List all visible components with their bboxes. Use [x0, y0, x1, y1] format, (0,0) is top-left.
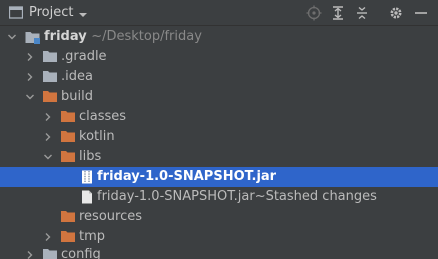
tree-item[interactable]: .gradle — [0, 47, 438, 67]
tree-item[interactable]: tmp — [0, 227, 438, 247]
tree-item-selected[interactable]: friday-1.0-SNAPSHOT.jar — [0, 167, 438, 187]
tree-item-label: friday-1.0-SNAPSHOT.jar~Stashed changes — [97, 189, 377, 204]
excluded-folder-icon — [43, 90, 57, 104]
folder-icon — [43, 70, 57, 84]
tree-item-label: .idea — [61, 69, 93, 84]
collapsed-arrow-icon[interactable] — [24, 249, 36, 259]
collapsed-arrow-icon[interactable] — [24, 71, 36, 83]
excluded-folder-icon — [61, 230, 75, 244]
tree-item[interactable]: config — [0, 245, 438, 259]
tree-root-friday[interactable]: friday ~/Desktop/friday — [0, 27, 438, 47]
jar-file-icon — [81, 170, 95, 184]
locate-target-icon[interactable] — [305, 4, 323, 22]
panel-view-dropdown-icon[interactable] — [78, 8, 88, 22]
hide-panel-icon[interactable] — [412, 4, 430, 22]
collapsed-arrow-icon[interactable] — [42, 111, 54, 123]
tree-item-label: friday-1.0-SNAPSHOT.jar — [97, 169, 277, 184]
settings-gear-icon[interactable] — [387, 4, 405, 22]
expanded-arrow-icon[interactable] — [24, 91, 36, 103]
collapse-all-icon[interactable] — [353, 4, 371, 22]
tree-item-label: .gradle — [61, 49, 107, 64]
tree-item[interactable]: .idea — [0, 67, 438, 87]
tree-item-label: libs — [79, 149, 102, 164]
excluded-folder-icon — [61, 130, 75, 144]
expand-all-icon[interactable] — [329, 4, 347, 22]
project-panel-header: Project — [0, 0, 438, 26]
tree-item-label: kotlin — [79, 129, 115, 144]
excluded-folder-icon — [61, 210, 75, 224]
tree-item-label: tmp — [79, 229, 106, 244]
tree-item[interactable]: resources — [0, 207, 438, 227]
collapsed-arrow-icon[interactable] — [42, 131, 54, 143]
tree-item[interactable]: friday-1.0-SNAPSHOT.jar~Stashed changes — [0, 187, 438, 207]
collapsed-arrow-icon[interactable] — [42, 231, 54, 243]
root-folder-path: ~/Desktop/friday — [91, 29, 202, 44]
root-folder-name: friday — [44, 29, 87, 44]
tree-item-label: config — [61, 247, 101, 259]
excluded-folder-icon — [61, 110, 75, 124]
tree-item-label: resources — [79, 209, 143, 224]
folder-icon — [43, 248, 57, 259]
module-folder-icon — [25, 30, 40, 44]
tree-item-label: classes — [79, 109, 127, 124]
panel-title[interactable]: Project — [29, 5, 73, 20]
excluded-folder-icon — [61, 150, 75, 164]
file-icon — [81, 190, 95, 204]
tree-item[interactable]: classes — [0, 107, 438, 127]
folder-icon — [43, 50, 57, 64]
tree-item[interactable]: kotlin — [0, 127, 438, 147]
tree-item[interactable]: build — [0, 87, 438, 107]
tree-item[interactable]: libs — [0, 147, 438, 167]
expanded-arrow-icon[interactable] — [42, 151, 54, 163]
expanded-arrow-icon[interactable] — [6, 31, 18, 43]
project-icon — [8, 6, 24, 22]
collapsed-arrow-icon[interactable] — [24, 51, 36, 63]
tree-item-label: build — [61, 89, 93, 104]
